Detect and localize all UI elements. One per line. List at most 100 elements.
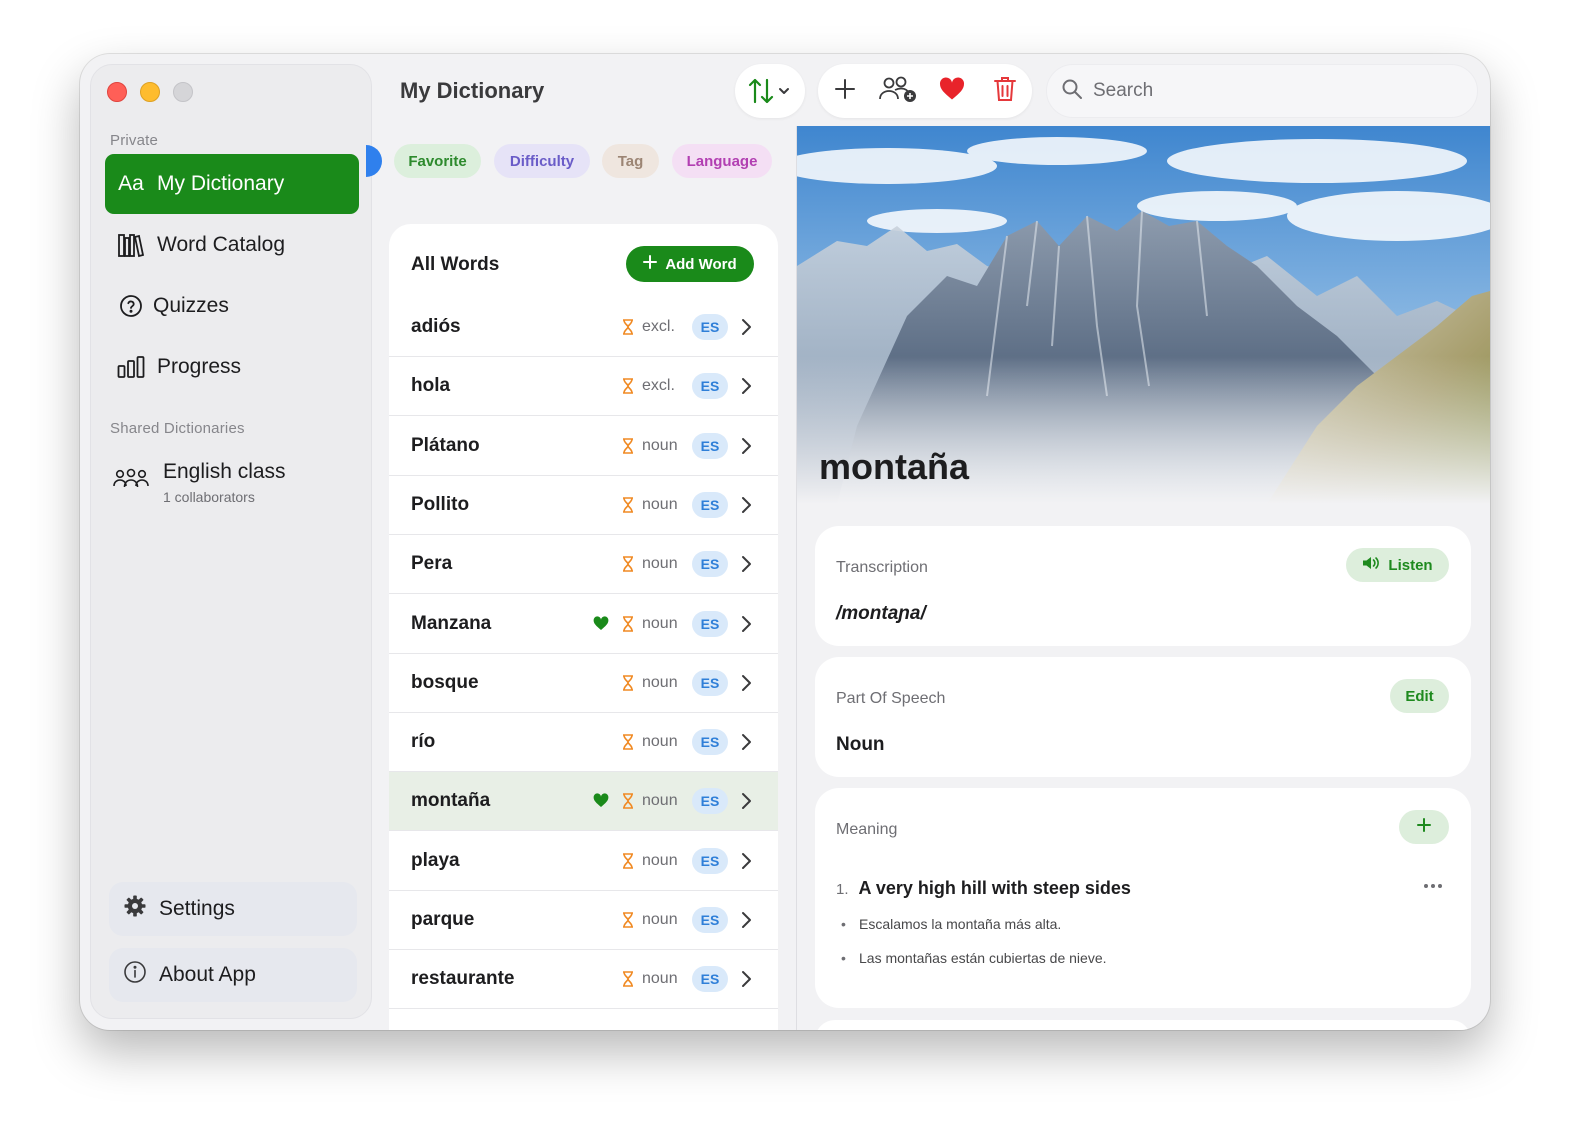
shared-dictionary-english-class[interactable]: English class 1 collaborators [113, 460, 286, 505]
edit-button[interactable]: Edit [1390, 679, 1449, 713]
word-label: bosque [411, 671, 479, 693]
hourglass-icon [622, 556, 634, 577]
settings-button[interactable]: Settings [109, 882, 357, 936]
sidebar: Private Aa My Dictionary Word Catalog Qu… [90, 64, 372, 1019]
chevron-right-icon [740, 911, 752, 934]
sidebar-item-word-catalog[interactable]: Word Catalog [105, 215, 359, 275]
search-icon [1061, 78, 1083, 105]
language-badge: ES [692, 491, 728, 518]
word-label: Pera [411, 553, 453, 575]
speaker-icon [1362, 555, 1380, 575]
delete-button[interactable] [979, 64, 1033, 118]
word-row[interactable]: playa noun ES [389, 832, 778, 891]
filter-chip-difficulty[interactable]: Difficulty [494, 144, 590, 178]
bar-chart-icon [117, 353, 145, 381]
word-label: restaurante [411, 968, 515, 990]
info-icon [123, 960, 147, 990]
word-row[interactable]: montaña noun ES [389, 772, 778, 832]
example-sentence: Las montañas están cubiertas de nieve. [841, 950, 1106, 966]
word-row[interactable]: río noun ES [389, 713, 778, 773]
filter-chip-tag[interactable]: Tag [602, 144, 659, 178]
search-input[interactable] [1093, 80, 1413, 102]
more-options-button[interactable] [1423, 876, 1443, 894]
part-of-speech: noun [642, 911, 678, 928]
shared-section-label: Shared Dictionaries [110, 420, 245, 437]
private-section-label: Private [110, 132, 159, 149]
part-of-speech: excl. [642, 377, 675, 395]
word-row[interactable]: adiós excl. ES [389, 298, 778, 357]
word-row[interactable]: restaurante noun ES [389, 950, 778, 1010]
filter-chip-language[interactable]: Language [672, 144, 772, 178]
example-sentence: Escalamos la montaña más alta. [841, 916, 1061, 932]
shared-dictionary-title: English class [163, 460, 286, 483]
sort-menu-button[interactable] [735, 64, 805, 118]
about-app-button[interactable]: About App [109, 948, 357, 1002]
hourglass-icon [622, 319, 634, 340]
language-badge: ES [692, 610, 728, 637]
search-field[interactable] [1046, 64, 1478, 118]
listen-button[interactable]: Listen [1346, 548, 1449, 582]
word-label: playa [411, 849, 460, 871]
favorite-heart-icon [593, 793, 609, 813]
about-app-label: About App [159, 963, 256, 986]
hourglass-icon [622, 497, 634, 518]
hourglass-icon [622, 852, 634, 874]
filter-chip-favorite[interactable]: Favorite [394, 144, 481, 178]
word-list-header: All Words [411, 254, 500, 275]
part-of-speech: noun [642, 851, 678, 869]
part-of-speech-label: Part Of Speech [836, 690, 946, 707]
add-meaning-button[interactable] [1399, 810, 1449, 844]
transcription-card: Transcription Listen /montaɲa/ [815, 526, 1471, 646]
language-badge: ES [692, 788, 728, 815]
word-row[interactable]: Plátano noun ES [389, 417, 778, 476]
language-badge: ES [692, 432, 728, 459]
word-row[interactable]: hola excl. ES [389, 357, 778, 417]
listen-label: Listen [1388, 556, 1433, 574]
sidebar-item-progress[interactable]: Progress [105, 337, 359, 397]
word-row[interactable]: parque noun ES [389, 891, 778, 950]
share-dictionary-button[interactable] [872, 64, 926, 118]
sidebar-item-label: My Dictionary [157, 172, 285, 195]
favorite-heart-icon [593, 615, 609, 636]
word-row[interactable]: bosque noun ES [389, 654, 778, 713]
ellipsis-icon [1423, 876, 1443, 893]
language-badge: ES [692, 551, 728, 578]
word-row[interactable]: Manzana noun ES [389, 595, 778, 654]
sidebar-item-my-dictionary[interactable]: Aa My Dictionary [105, 154, 359, 214]
favorite-button[interactable] [925, 64, 979, 118]
settings-label: Settings [159, 897, 235, 920]
hourglass-icon [622, 971, 634, 992]
word-row[interactable]: Pollito noun ES [389, 476, 778, 535]
hourglass-icon [622, 793, 634, 814]
close-window-button[interactable] [107, 82, 127, 102]
part-of-speech-value: Noun [836, 734, 885, 755]
language-badge: ES [692, 847, 728, 874]
chevron-right-icon [740, 496, 752, 519]
question-circle-icon [117, 292, 145, 320]
zoom-window-button[interactable] [173, 82, 193, 102]
word-row[interactable]: Pera noun ES [389, 535, 778, 595]
trash-icon [993, 75, 1017, 108]
meaning-label: Meaning [836, 821, 898, 838]
part-of-speech: noun [642, 733, 678, 751]
filter-chip-partial[interactable] [366, 145, 382, 177]
word-label: Pollito [411, 493, 470, 515]
word-label: parque [411, 909, 475, 930]
add-button[interactable] [818, 64, 872, 118]
plus-icon [643, 255, 658, 273]
add-word-button[interactable]: Add Word [626, 246, 754, 282]
language-badge: ES [692, 373, 728, 400]
language-badge: ES [692, 669, 728, 696]
part-of-speech: noun [642, 970, 678, 988]
minimize-window-button[interactable] [140, 82, 160, 102]
meaning-item: 1. A very high hill with steep sides [836, 878, 1131, 899]
language-badge: ES [692, 966, 728, 993]
plus-icon [1417, 818, 1431, 836]
hourglass-icon [622, 437, 634, 459]
word-label: montaña [411, 790, 491, 812]
part-of-speech: noun [642, 673, 678, 691]
sidebar-item-quizzes[interactable]: Quizzes [105, 276, 359, 336]
group-icon [113, 466, 149, 495]
hourglass-icon [622, 734, 634, 755]
chevron-right-icon [740, 970, 752, 993]
